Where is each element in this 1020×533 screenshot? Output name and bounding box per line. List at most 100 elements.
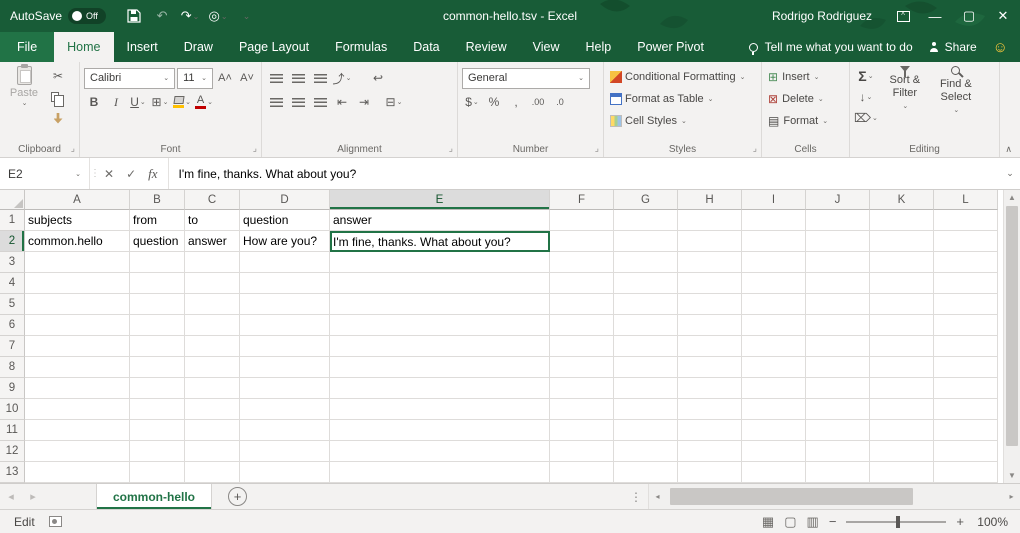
insert-cells-button[interactable]: ⊞ Insert ⌄ [766, 66, 845, 88]
cell-I4[interactable] [742, 273, 806, 294]
cell-J7[interactable] [806, 336, 870, 357]
row-header-11[interactable]: 11 [0, 420, 25, 441]
cell-A4[interactable] [25, 273, 130, 294]
cell-C12[interactable] [185, 441, 240, 462]
row-header-5[interactable]: 5 [0, 294, 25, 315]
tab-page-layout[interactable]: Page Layout [226, 32, 322, 62]
column-header-H[interactable]: H [678, 190, 742, 210]
insert-function-button[interactable]: fx [148, 166, 157, 182]
cell-I11[interactable] [742, 420, 806, 441]
cell-D13[interactable] [240, 462, 330, 483]
cell-E8[interactable] [330, 357, 550, 378]
cell-G10[interactable] [614, 399, 678, 420]
cell-C2[interactable]: answer [185, 231, 240, 252]
conditional-formatting-button[interactable]: Conditional Formatting ⌄ [608, 66, 757, 88]
column-header-A[interactable]: A [25, 190, 130, 210]
fill-color-button[interactable]: ⌄ [172, 92, 192, 112]
align-center-button[interactable] [288, 92, 308, 112]
font-color-button[interactable]: A⌄ [194, 92, 214, 112]
cell-G7[interactable] [614, 336, 678, 357]
cell-H3[interactable] [678, 252, 742, 273]
cell-K3[interactable] [870, 252, 934, 273]
touch-mouse-mode-button[interactable]: ◎⌄ [206, 4, 230, 28]
tab-power-pivot[interactable]: Power Pivot [624, 32, 717, 62]
column-header-E[interactable]: E [330, 190, 550, 210]
formula-input[interactable]: I'm fine, thanks. What about you? [168, 158, 1000, 189]
cell-K1[interactable] [870, 210, 934, 231]
underline-button[interactable]: U⌄ [128, 92, 148, 112]
cell-E12[interactable] [330, 441, 550, 462]
column-header-J[interactable]: J [806, 190, 870, 210]
cell-F7[interactable] [550, 336, 614, 357]
cell-J3[interactable] [806, 252, 870, 273]
cell-C7[interactable] [185, 336, 240, 357]
cell-B13[interactable] [130, 462, 185, 483]
font-dialog-launcher[interactable]: ⌟ [253, 143, 257, 154]
zoom-slider-thumb[interactable] [896, 516, 900, 528]
new-sheet-button[interactable]: + [228, 487, 247, 506]
cell-J5[interactable] [806, 294, 870, 315]
cell-K2[interactable] [870, 231, 934, 252]
cell-F13[interactable] [550, 462, 614, 483]
copy-button[interactable]: ⌄ [48, 87, 68, 107]
select-all-button[interactable] [0, 190, 25, 210]
increase-decimal-button[interactable]: .00 [528, 92, 548, 112]
cell-K6[interactable] [870, 315, 934, 336]
cell-L8[interactable] [934, 357, 998, 378]
cell-H1[interactable] [678, 210, 742, 231]
cell-F1[interactable] [550, 210, 614, 231]
cell-K7[interactable] [870, 336, 934, 357]
row-header-6[interactable]: 6 [0, 315, 25, 336]
find-select-button[interactable]: Find & Select ⌄ [932, 66, 980, 141]
cell-E4[interactable] [330, 273, 550, 294]
autosave-toggle[interactable]: AutoSave Off [10, 8, 106, 24]
cell-E13[interactable] [330, 462, 550, 483]
scroll-down-arrow[interactable]: ▼ [1004, 468, 1020, 483]
cell-I6[interactable] [742, 315, 806, 336]
cell-E5[interactable] [330, 294, 550, 315]
row-header-9[interactable]: 9 [0, 378, 25, 399]
align-right-button[interactable] [310, 92, 330, 112]
cell-B9[interactable] [130, 378, 185, 399]
ribbon-display-options-button[interactable]: ˄ [888, 0, 918, 32]
cell-B2[interactable]: question [130, 231, 185, 252]
align-bottom-button[interactable] [310, 68, 330, 88]
cell-K10[interactable] [870, 399, 934, 420]
cell-B10[interactable] [130, 399, 185, 420]
align-left-button[interactable] [266, 92, 286, 112]
column-header-L[interactable]: L [934, 190, 998, 210]
cell-I13[interactable] [742, 462, 806, 483]
undo-button[interactable]: ↶ [150, 4, 174, 28]
clear-button[interactable]: ⌦⌄ [854, 108, 878, 128]
font-name-combo[interactable]: Calibri ⌄ [84, 68, 175, 89]
cell-G2[interactable] [614, 231, 678, 252]
percent-format-button[interactable]: % [484, 92, 504, 112]
row-header-13[interactable]: 13 [0, 462, 25, 483]
cell-L11[interactable] [934, 420, 998, 441]
tab-formulas[interactable]: Formulas [322, 32, 400, 62]
cell-F9[interactable] [550, 378, 614, 399]
vertical-scroll-thumb[interactable] [1006, 206, 1018, 446]
fill-button[interactable]: ↓⌄ [854, 87, 878, 107]
zoom-level-label[interactable]: 100% [974, 515, 1008, 529]
cell-A11[interactable] [25, 420, 130, 441]
cell-F6[interactable] [550, 315, 614, 336]
delete-cells-button[interactable]: ⊠ Delete ⌄ [766, 88, 845, 110]
cell-E6[interactable] [330, 315, 550, 336]
row-header-1[interactable]: 1 [0, 210, 25, 231]
next-sheet-button[interactable]: ▸ [22, 484, 44, 509]
cell-F2[interactable] [550, 231, 614, 252]
cell-K8[interactable] [870, 357, 934, 378]
cell-G1[interactable] [614, 210, 678, 231]
cell-F8[interactable] [550, 357, 614, 378]
scroll-up-arrow[interactable]: ▲ [1004, 190, 1020, 205]
cell-L12[interactable] [934, 441, 998, 462]
cell-J11[interactable] [806, 420, 870, 441]
tab-insert[interactable]: Insert [114, 32, 171, 62]
collapse-ribbon-button[interactable]: ∧ [1005, 144, 1012, 155]
cell-C9[interactable] [185, 378, 240, 399]
row-header-12[interactable]: 12 [0, 441, 25, 462]
cell-J12[interactable] [806, 441, 870, 462]
column-header-B[interactable]: B [130, 190, 185, 210]
cell-I5[interactable] [742, 294, 806, 315]
